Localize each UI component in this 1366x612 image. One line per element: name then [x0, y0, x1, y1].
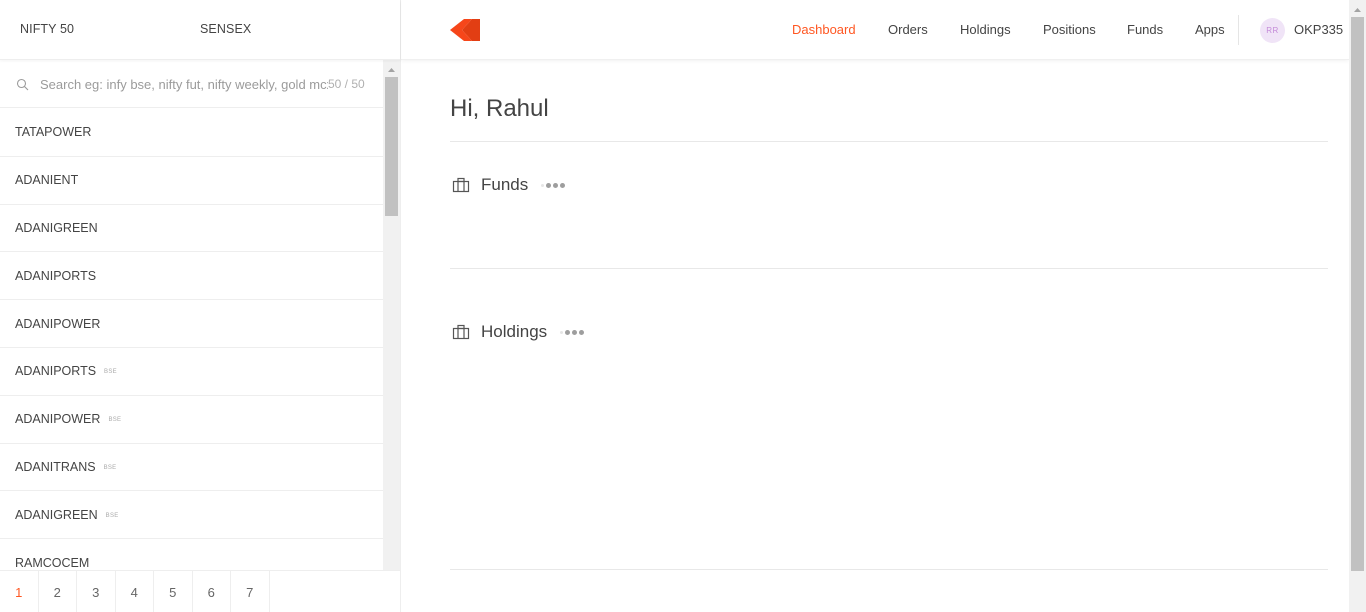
- search-icon: [16, 78, 29, 91]
- instrument-symbol: RAMCOCEM: [15, 555, 90, 570]
- watchlist-item[interactable]: RAMCOCEM: [0, 539, 383, 570]
- loading-dots-icon: [541, 182, 566, 188]
- instrument-symbol: ADANIPORTS: [15, 268, 97, 283]
- page-title: Hi, Rahul: [450, 95, 549, 122]
- exchange-badge: BSE: [108, 417, 122, 424]
- watchlist-page-tab[interactable]: 3: [77, 571, 116, 612]
- watchlist-item[interactable]: ADANIGREEN: [0, 205, 383, 253]
- watchlist-item[interactable]: ADANIPORTS BSE: [0, 348, 383, 396]
- loading-dots-icon: [560, 329, 585, 335]
- user-id[interactable]: OKP335: [1294, 22, 1343, 37]
- watchlist-count: 50 / 50: [328, 77, 365, 91]
- scroll-thumb[interactable]: [385, 77, 398, 216]
- instrument-symbol: ADANITRANS: [15, 459, 96, 474]
- nav-holdings[interactable]: Holdings: [960, 22, 1011, 37]
- instrument-symbol: ADANIGREEN: [15, 220, 98, 235]
- instrument-symbol: ADANIGREEN: [15, 507, 98, 522]
- watchlist-pager: 1234567: [0, 570, 400, 612]
- watchlist-item[interactable]: ADANIPORTS: [0, 252, 383, 301]
- avatar[interactable]: RR: [1260, 18, 1285, 43]
- funds-section-title[interactable]: Funds: [481, 175, 528, 195]
- briefcase-icon: [452, 324, 470, 340]
- search-input[interactable]: [40, 74, 328, 94]
- page-scrollbar[interactable]: [1349, 0, 1366, 612]
- index-nifty[interactable]: NIFTY 50: [20, 22, 74, 36]
- watchlist-item[interactable]: ADANIPOWER: [0, 300, 383, 348]
- holdings-section-title[interactable]: Holdings: [481, 322, 547, 342]
- instrument-symbol: ADANIPOWER: [15, 412, 101, 427]
- scroll-up-arrow-icon[interactable]: [1349, 4, 1366, 16]
- instrument-symbol: TATAPOWER: [15, 125, 92, 140]
- exchange-badge: BSE: [103, 464, 117, 471]
- nav-apps[interactable]: Apps: [1195, 22, 1225, 37]
- watchlist-item[interactable]: ADANIENT: [0, 157, 383, 205]
- instrument-symbol: ADANIPORTS: [15, 364, 97, 379]
- nav-funds[interactable]: Funds: [1127, 22, 1163, 37]
- nav-orders[interactable]: Orders: [888, 22, 928, 37]
- instrument-symbol: ADANIENT: [15, 173, 79, 188]
- divider: [450, 569, 1328, 570]
- watchlist-page-tab[interactable]: 4: [116, 571, 154, 612]
- search-bar: 50 / 50: [0, 60, 383, 108]
- watchlist-page-tab[interactable]: 1: [0, 571, 39, 612]
- briefcase-icon: [452, 177, 470, 193]
- exchange-badge: BSE: [104, 369, 117, 376]
- kite-logo[interactable]: [450, 19, 482, 41]
- watchlist-scrollbar[interactable]: [383, 60, 400, 570]
- watchlist-page-tab[interactable]: 6: [193, 571, 231, 612]
- divider: [450, 141, 1328, 142]
- funds-section-header: Funds: [452, 175, 566, 195]
- scroll-thumb[interactable]: [1351, 17, 1364, 571]
- scroll-up-arrow-icon[interactable]: [383, 64, 400, 76]
- watchlist-page-tab[interactable]: 5: [154, 571, 193, 612]
- divider: [450, 268, 1328, 269]
- watchlist-item[interactable]: ADANIGREEN BSE: [0, 491, 383, 540]
- watchlist-panel: NIFTY 50 SENSEX 50 / 50 TATAPOWER ADANIEN…: [0, 0, 401, 612]
- market-overview-bar: NIFTY 50 SENSEX: [0, 0, 400, 60]
- watchlist-page-tab[interactable]: 2: [39, 571, 77, 612]
- instrument-symbol: ADANIPOWER: [15, 316, 101, 331]
- nav-divider: [1238, 15, 1239, 45]
- exchange-badge: BSE: [105, 512, 119, 519]
- nav-positions[interactable]: Positions: [1043, 22, 1096, 37]
- watchlist: TATAPOWER ADANIENT ADANIGREEN ADANIPORTS ADA…: [0, 109, 383, 570]
- holdings-section-header: Holdings: [452, 322, 585, 342]
- watchlist-item[interactable]: ADANITRANS BSE: [0, 444, 383, 492]
- top-navigation: Dashboard Orders Holdings Positions Fund…: [401, 0, 1349, 60]
- watchlist-item[interactable]: ADANIPOWER BSE: [0, 396, 383, 444]
- watchlist-page-tab[interactable]: 7: [231, 571, 270, 612]
- watchlist-item[interactable]: TATAPOWER: [0, 109, 383, 157]
- nav-dashboard[interactable]: Dashboard: [792, 22, 856, 37]
- index-sensex[interactable]: SENSEX: [200, 22, 251, 36]
